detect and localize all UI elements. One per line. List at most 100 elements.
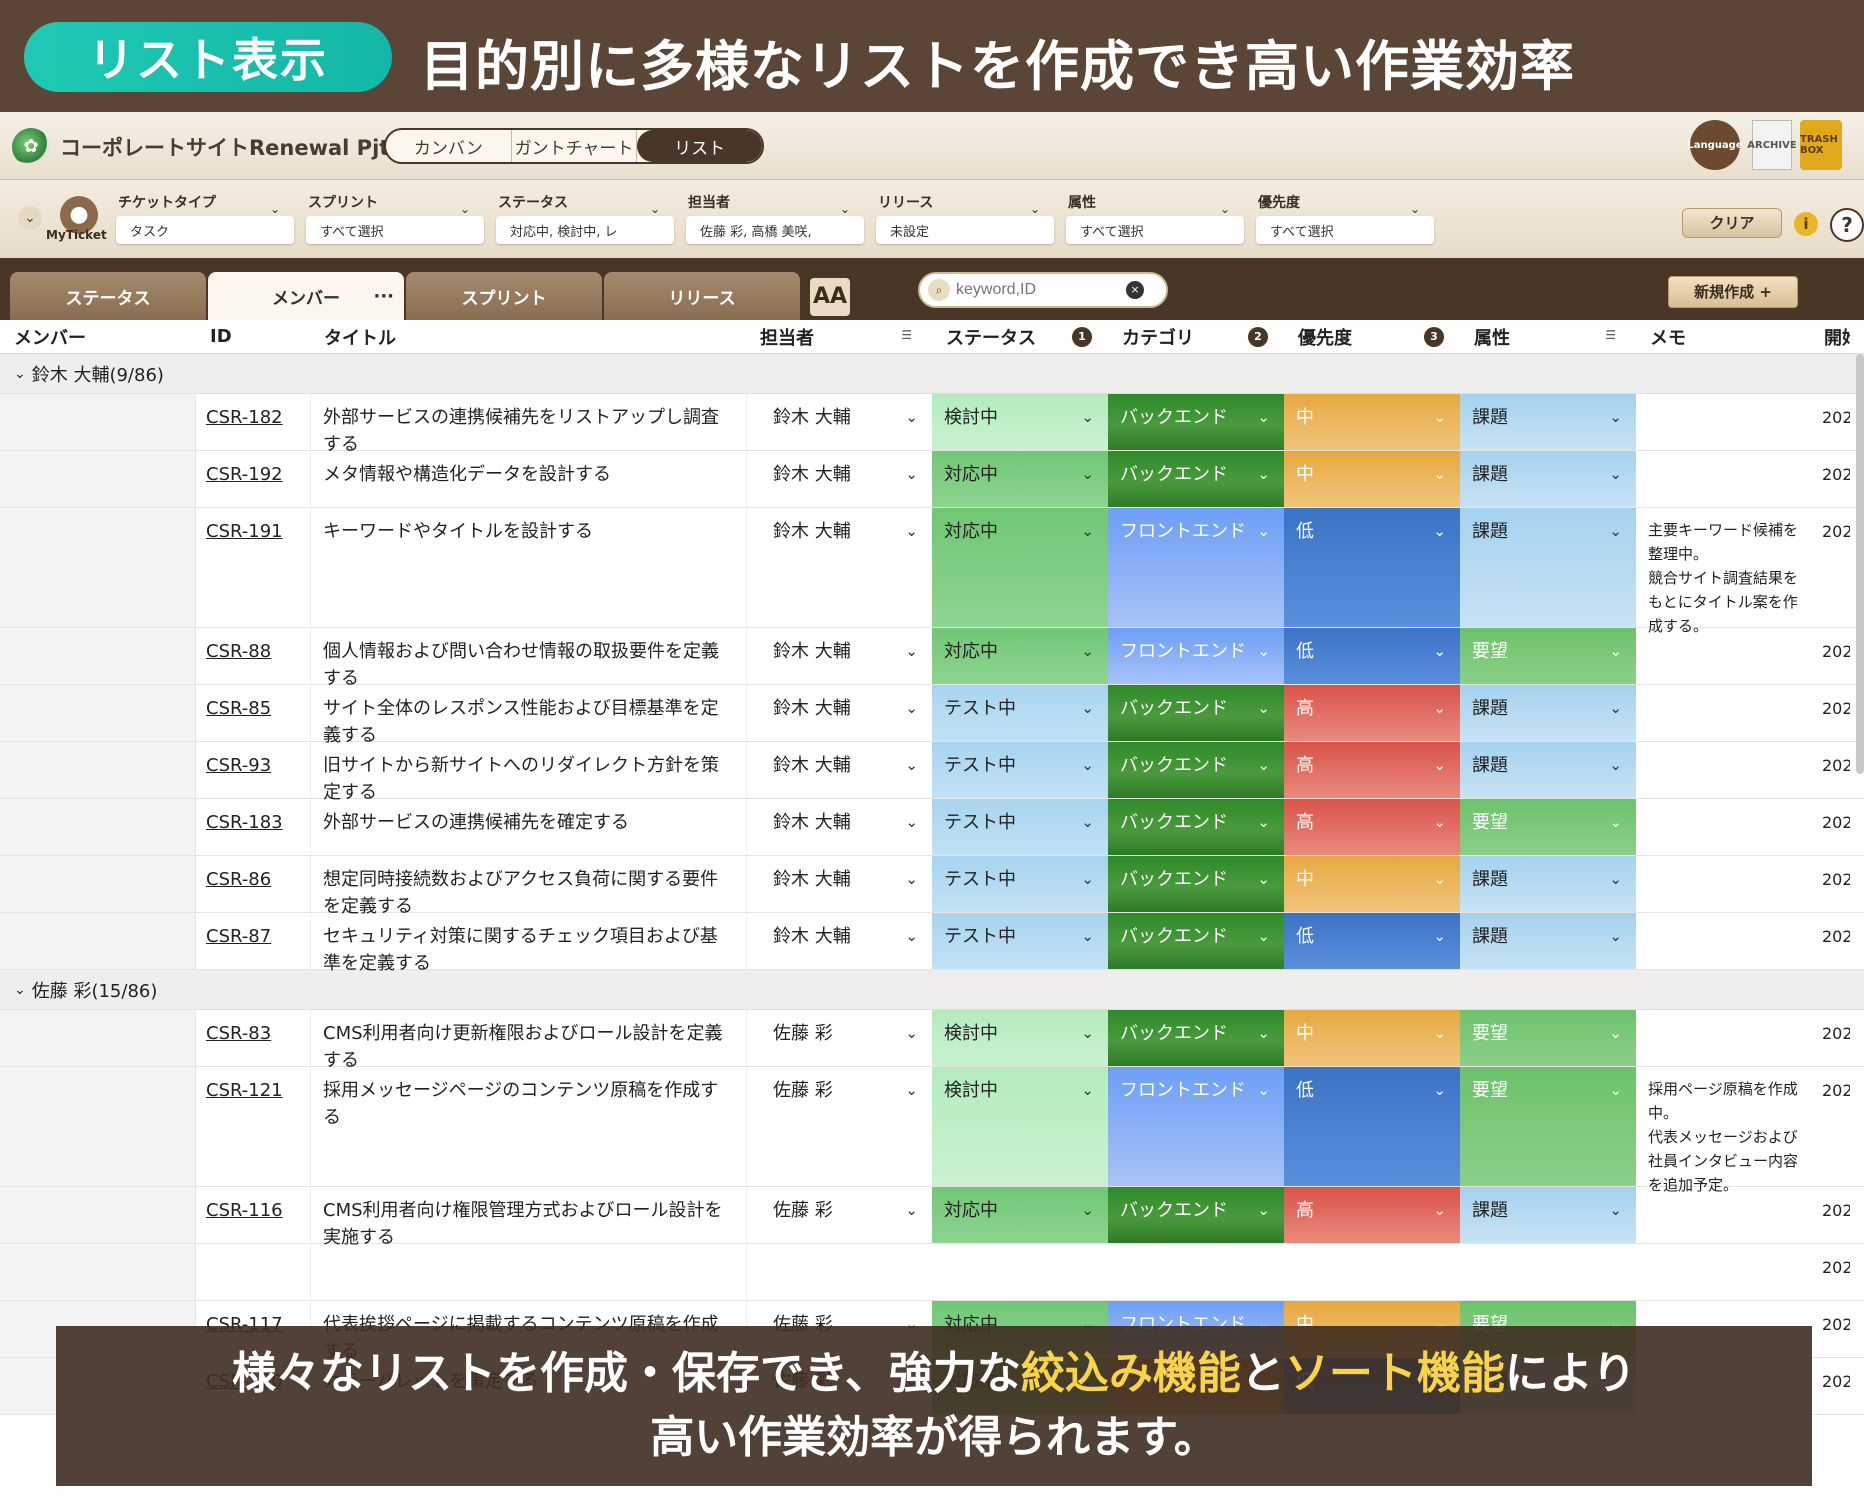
assignee-select[interactable]: 鈴木 大輔 ⌄ [746, 628, 932, 684]
col-memo[interactable]: メモ [1636, 320, 1810, 353]
status-select[interactable]: テスト中 ⌄ [932, 913, 1108, 969]
group-header-row[interactable]: ⌄ 佐藤 彩(15/86) [0, 970, 1864, 1010]
category-select[interactable]: バックエンド ⌄ [1108, 1187, 1284, 1243]
priority-select[interactable]: 中 ⌄ [1284, 451, 1460, 507]
status-select[interactable]: テスト中 ⌄ [932, 685, 1108, 741]
ticket-title[interactable]: 個人情報および問い合わせ情報の取扱要件を定義する [310, 628, 746, 689]
priority-select[interactable] [1284, 1244, 1460, 1300]
assignee-select[interactable]: 鈴木 大輔 ⌄ [746, 742, 932, 798]
col-title[interactable]: タイトル [310, 320, 746, 353]
font-size-icon[interactable]: AA [810, 278, 850, 316]
assignee-select[interactable]: 鈴木 大輔 ⌄ [746, 394, 932, 450]
assignee-select[interactable]: 佐藤 彩 ⌄ [746, 1010, 932, 1066]
table-row[interactable]: CSR-182 外部サービスの連携候補先をリストアップし調査する 鈴木 大輔 ⌄ 検討中… [0, 394, 1864, 455]
priority-select[interactable]: 低⌄ [1284, 508, 1460, 627]
assignee-select[interactable]: 鈴木 大輔 ⌄ [746, 685, 932, 741]
priority-select[interactable]: 中 ⌄ [1284, 394, 1460, 450]
ticket-title[interactable] [310, 1244, 746, 1300]
status-select[interactable]: 対応中 ⌄ [932, 451, 1108, 507]
project-logo-icon[interactable]: ✿ [12, 128, 50, 166]
ticket-id-link[interactable]: CSR-88 [206, 641, 271, 662]
col-assignee[interactable]: 担当者 ☰ [746, 320, 932, 353]
filter-status-select[interactable]: 対応中, 検討中, レ ⌄ [496, 202, 674, 244]
ticket-id-link[interactable]: CSR-86 [206, 869, 271, 890]
attribute-select[interactable]: 要望 ⌄ [1460, 1067, 1636, 1186]
trash-box-icon[interactable]: TRASH BOX [1800, 120, 1842, 170]
ticket-id-link[interactable]: CSR-85 [206, 698, 271, 719]
attribute-select[interactable]: 課題 ⌄ [1460, 856, 1636, 912]
category-select[interactable] [1108, 1244, 1284, 1300]
col-attribute[interactable]: 属性 ☰ [1460, 320, 1636, 353]
status-select[interactable]: 検討中 ⌄ [932, 1010, 1108, 1066]
category-select[interactable]: バックエンド ⌄ [1108, 451, 1284, 507]
memo-cell[interactable] [1636, 1010, 1810, 1066]
filter-sprint-select[interactable]: すべて選択 ⌄ [306, 202, 484, 244]
memo-cell[interactable] [1636, 913, 1810, 969]
category-select[interactable]: バックエンド ⌄ [1108, 799, 1284, 855]
view-tab-gantt[interactable]: ガントチャート [512, 130, 638, 162]
category-select[interactable]: フロントエンド ⌄ [1108, 628, 1284, 684]
ticket-title[interactable]: CMS利用者向け権限管理方式およびロール設計を実施する [310, 1187, 746, 1248]
table-row[interactable]: CSR-93 旧サイトから新サイトへのリダイレクト方針を策定する 鈴木 大輔 ⌄ テスト… [0, 742, 1864, 803]
priority-select[interactable]: 低⌄ [1284, 913, 1460, 969]
search-input[interactable] [956, 281, 1126, 299]
memo-cell[interactable] [1636, 394, 1810, 450]
chevron-down-icon[interactable]: ⌄ [18, 206, 42, 230]
view-tab-list[interactable]: リスト [637, 130, 762, 162]
filter-assignee-select[interactable]: 佐藤 彩, 高橋 美咲, ⌄ [686, 202, 864, 244]
clear-search-icon[interactable]: × [1126, 281, 1144, 299]
ticket-title[interactable]: 採用メッセージページのコンテンツ原稿を作成する [310, 1067, 746, 1186]
assignee-select[interactable] [746, 1244, 932, 1300]
priority-select[interactable]: 中 ⌄ [1284, 856, 1460, 912]
attribute-select[interactable]: 要望 ⌄ [1460, 799, 1636, 855]
ticket-id-link[interactable]: CSR-182 [206, 407, 283, 428]
col-priority[interactable]: 優先度 3 [1284, 320, 1460, 353]
priority-select[interactable]: 高 ⌄ [1284, 685, 1460, 741]
filter-icon[interactable]: ☰ [901, 328, 912, 342]
info-icon[interactable]: i [1794, 212, 1818, 236]
status-select[interactable]: テスト中 ⌄ [932, 742, 1108, 798]
attribute-select[interactable]: 課題 ⌄ [1460, 1187, 1636, 1243]
attribute-select[interactable]: 要望 ⌄ [1460, 1010, 1636, 1066]
table-row[interactable]: CSR-83 CMS利用者向け更新権限およびロール設計を定義する 佐藤 彩 ⌄ 検討中 ⌄… [0, 1010, 1864, 1071]
table-row[interactable]: CSR-116 CMS利用者向け権限管理方式およびロール設計を実施する 佐藤 彩 ⌄ 対… [0, 1187, 1864, 1248]
category-select[interactable]: フロントエンド ⌄ [1108, 508, 1284, 627]
assignee-select[interactable]: 佐藤 彩 ⌄ [746, 1187, 932, 1243]
assignee-select[interactable]: 鈴木 大輔 ⌄ [746, 451, 932, 507]
status-select[interactable]: 検討中 ⌄ [932, 394, 1108, 450]
ticket-title[interactable]: 外部サービスの連携候補先を確定する [310, 799, 746, 855]
category-select[interactable]: バックエンド ⌄ [1108, 742, 1284, 798]
table-row[interactable]: CSR-121 採用メッセージページのコンテンツ原稿を作成する 佐藤 彩 ⌄ 検討中 ⌄ フ… [0, 1067, 1864, 1194]
table-row[interactable]: CSR-88 個人情報および問い合わせ情報の取扱要件を定義する 鈴木 大輔 ⌄ 対応中 ⌄… [0, 628, 1864, 689]
table-row[interactable]: CSR-191 キーワードやタイトルを設計する 鈴木 大輔 ⌄ 対応中 ⌄ フロントエンド ⌄… [0, 508, 1864, 635]
ticket-id-link[interactable]: CSR-116 [206, 1200, 283, 1221]
ticket-title[interactable]: 旧サイトから新サイトへのリダイレクト方針を策定する [310, 742, 746, 803]
table-row[interactable]: CSR-85 サイト全体のレスポンス性能および目標基準を定義する 鈴木 大輔 ⌄ テスト… [0, 685, 1864, 746]
filter-icon[interactable]: ☰ [1605, 328, 1616, 342]
filter-priority-select[interactable]: すべて選択 ⌄ [1256, 202, 1434, 244]
chevron-down-icon[interactable]: ⌄ [14, 982, 26, 998]
attribute-select[interactable]: 課題 ⌄ [1460, 508, 1636, 627]
ticket-id-link[interactable]: CSR-192 [206, 464, 283, 485]
category-select[interactable]: バックエンド ⌄ [1108, 913, 1284, 969]
clear-filters-button[interactable]: クリア [1682, 208, 1782, 238]
filter-attribute-select[interactable]: すべて選択 ⌄ [1066, 202, 1244, 244]
priority-select[interactable]: 高 ⌄ [1284, 799, 1460, 855]
attribute-select[interactable]: 要望 ⌄ [1460, 628, 1636, 684]
group-header-row[interactable]: ⌄ 鈴木 大輔(9/86) [0, 354, 1864, 394]
group-tab-status[interactable]: ステータス [10, 272, 206, 320]
memo-cell[interactable]: 主要キーワード候補を整理中。 競合サイト調査結果をもとにタイトル案を作成する。 [1636, 508, 1810, 635]
attribute-select[interactable] [1460, 1244, 1636, 1300]
group-tab-sprint[interactable]: スプリント [406, 272, 602, 320]
attribute-select[interactable]: 課題 ⌄ [1460, 685, 1636, 741]
table-row[interactable]: CSR-86 想定同時接続数およびアクセス負荷に関する要件を定義する 鈴木 大輔 ⌄ テ… [0, 856, 1864, 917]
category-select[interactable]: バックエンド ⌄ [1108, 1010, 1284, 1066]
memo-cell[interactable] [1636, 856, 1810, 912]
attribute-select[interactable]: 課題 ⌄ [1460, 913, 1636, 969]
new-ticket-button[interactable]: 新規作成 + [1668, 276, 1798, 308]
help-icon[interactable]: ? [1830, 208, 1864, 242]
memo-cell[interactable] [1636, 1244, 1810, 1300]
assignee-select[interactable]: 鈴木 大輔 ⌄ [746, 856, 932, 912]
assignee-select[interactable]: 佐藤 彩 ⌄ [746, 1067, 932, 1186]
group-tab-release[interactable]: リリース [604, 272, 800, 320]
